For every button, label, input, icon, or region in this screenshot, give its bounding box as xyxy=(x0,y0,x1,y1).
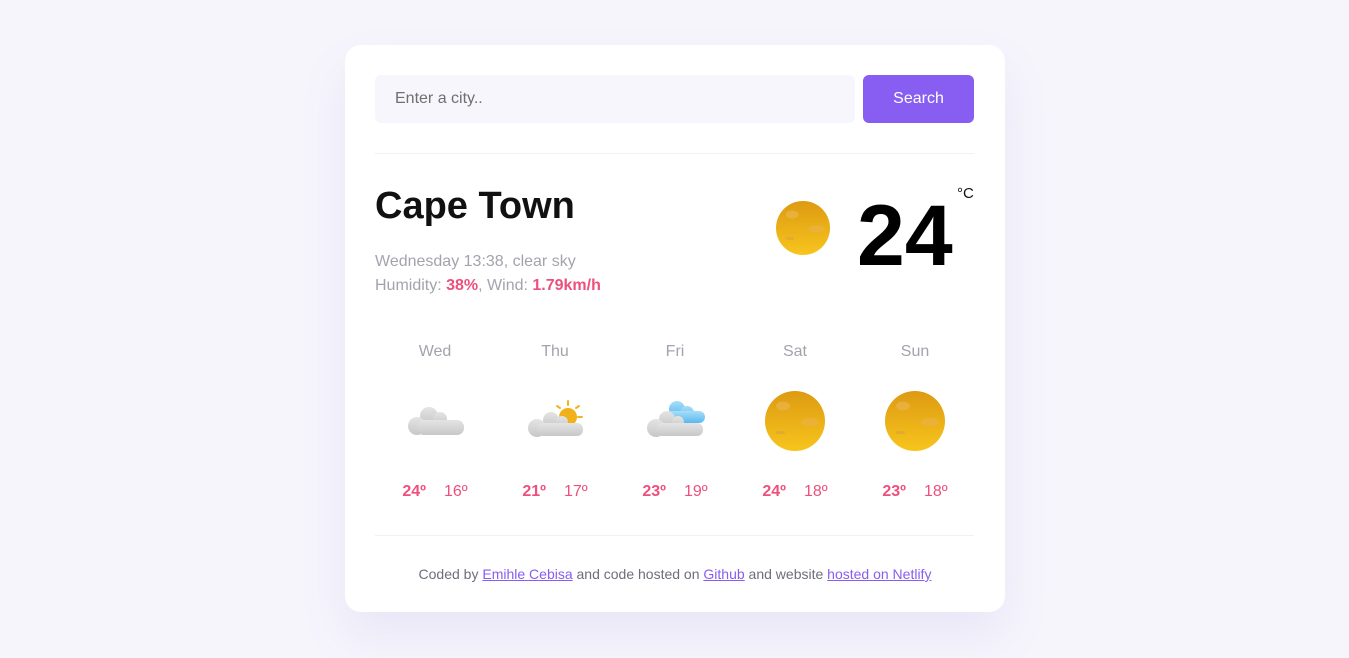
forecast-max-temp: 24º xyxy=(402,483,426,500)
sun-icon xyxy=(885,391,945,451)
temperature-unit: °C xyxy=(957,185,974,202)
header-divider xyxy=(375,153,974,154)
forecast-max-temp: 23º xyxy=(642,483,666,500)
forecast-day: Thu 21º 17º xyxy=(495,341,615,511)
footer-middle2: and website xyxy=(744,566,828,582)
forecast-min-temp: 16º xyxy=(444,483,468,500)
partly-sunny-icon xyxy=(525,391,585,451)
footer: Coded by Emihle Cebisa and code hosted o… xyxy=(345,566,1005,582)
forecast: Wed 24º 16º Thu 21º 17º Fri 23º 19º Sat 24º… xyxy=(375,341,975,511)
conditions-line: Humidity: 38%, Wind: 1.79km/h xyxy=(375,274,601,298)
forecast-temps: 23º 18º xyxy=(855,483,975,501)
forecast-temps: 21º 17º xyxy=(495,483,615,501)
cloud-showers-icon xyxy=(645,391,705,451)
forecast-day: Wed 24º 16º xyxy=(375,341,495,511)
wind-label: , Wind: xyxy=(478,277,533,294)
forecast-day: Sun 23º 18º xyxy=(855,341,975,511)
forecast-min-temp: 19º xyxy=(684,483,708,500)
forecast-day-name: Sat xyxy=(782,343,807,360)
footer-prefix: Coded by xyxy=(418,566,483,582)
search-form: Search xyxy=(375,75,974,123)
forecast-min-temp: 18º xyxy=(804,483,828,500)
forecast-temps: 24º 18º xyxy=(735,483,855,501)
wind-value: 1.79km/h xyxy=(532,277,601,294)
forecast-min-temp: 17º xyxy=(564,483,588,500)
forecast-max-temp: 24º xyxy=(762,483,786,500)
github-link[interactable]: Github xyxy=(703,566,744,582)
sun-icon xyxy=(776,201,830,255)
cloud-icon xyxy=(405,391,465,451)
footer-divider xyxy=(375,535,974,536)
forecast-temps: 24º 16º xyxy=(375,483,495,501)
author-link[interactable]: Emihle Cebisa xyxy=(482,566,572,582)
humidity-label: Humidity: xyxy=(375,277,447,294)
forecast-min-temp: 18º xyxy=(924,483,948,500)
search-button[interactable]: Search xyxy=(863,75,974,123)
forecast-temps: 23º 19º xyxy=(615,483,735,501)
weather-card: Search Cape Town Wednesday 13:38, clear … xyxy=(345,45,1005,612)
forecast-day-name: Wed xyxy=(418,343,452,360)
forecast-day: Sat 24º 18º xyxy=(735,341,855,511)
date-description: Wednesday 13:38, clear sky xyxy=(375,253,576,270)
footer-middle: and code hosted on xyxy=(572,566,704,582)
forecast-day-name: Thu xyxy=(541,343,569,360)
sun-icon xyxy=(765,391,825,451)
humidity-value: 38% xyxy=(446,277,479,294)
city-name: Cape Town xyxy=(375,185,575,227)
city-search-input[interactable] xyxy=(375,75,855,123)
forecast-day-name: Fri xyxy=(665,343,685,360)
forecast-day-name: Sun xyxy=(900,343,930,360)
forecast-max-temp: 21º xyxy=(522,483,546,500)
current-details: Wednesday 13:38, clear sky Humidity: 38%… xyxy=(375,250,601,298)
forecast-max-temp: 23º xyxy=(882,483,906,500)
netlify-link[interactable]: hosted on Netlify xyxy=(827,566,931,582)
forecast-day: Fri 23º 19º xyxy=(615,341,735,511)
current-temperature: 24 xyxy=(857,188,953,284)
